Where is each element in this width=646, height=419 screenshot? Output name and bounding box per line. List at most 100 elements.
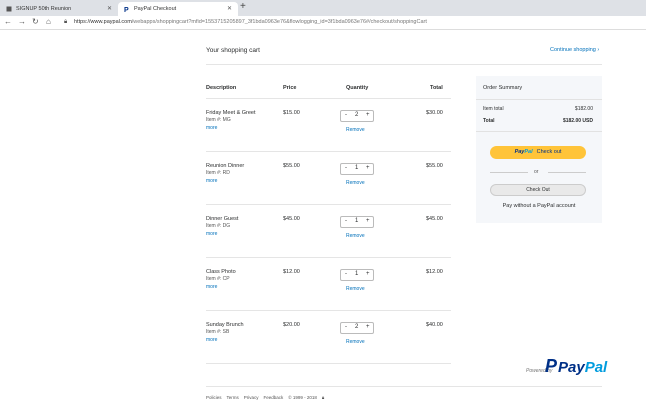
close-icon[interactable]: ✕ [107, 2, 112, 16]
item-number: Item #: SB [206, 329, 230, 335]
item-total: $12.00 [426, 269, 443, 275]
increment-button[interactable]: + [366, 165, 370, 171]
table-row: Dinner Guest Item #: DG more $45.00 - 1 … [206, 205, 451, 258]
more-link[interactable]: more [206, 337, 217, 343]
reload-icon[interactable]: ↻ [32, 17, 39, 26]
logo-pay: Pay [558, 359, 585, 376]
item-price: $45.00 [283, 216, 300, 222]
remove-link[interactable]: Remove [346, 127, 365, 133]
table-row: Class Photo Item #: CP more $12.00 - 1 +… [206, 258, 451, 311]
logo-pal: Pal [584, 359, 608, 376]
quantity-input[interactable]: 1 [355, 165, 358, 171]
item-name: Class Photo [206, 269, 236, 275]
increment-button[interactable]: + [366, 324, 370, 330]
item-total-value: $182.00 [574, 106, 593, 112]
footer-link-policies[interactable]: Policies [206, 395, 222, 400]
address-bar: ← → ↻ ⌂ 🔒︎ https://www.paypal.com/webapp… [0, 16, 646, 30]
tab-title: SIGNUP 50th Reunion [16, 6, 72, 12]
back-icon[interactable]: ← [4, 17, 12, 26]
item-number: Item #: MG [206, 117, 231, 123]
more-link[interactable]: more [206, 231, 217, 237]
item-name: Friday Meet & Greet [206, 110, 256, 116]
item-total: $55.00 [426, 163, 443, 169]
close-icon[interactable]: ✕ [227, 2, 232, 16]
lock-icon[interactable]: 🔒︎ [64, 19, 67, 26]
item-price: $15.00 [283, 110, 300, 116]
more-link[interactable]: more [206, 178, 217, 184]
increment-button[interactable]: + [366, 218, 370, 224]
tab-title: PayPal Checkout [134, 6, 177, 12]
quantity-stepper: - 2 + [340, 322, 374, 334]
home-icon[interactable]: ⌂ [46, 17, 51, 26]
quantity-input[interactable]: 1 [355, 218, 358, 224]
remove-link[interactable]: Remove [346, 180, 365, 186]
increment-button[interactable]: + [366, 112, 370, 118]
decrement-button[interactable]: - [345, 271, 347, 277]
quantity-input[interactable]: 2 [355, 324, 358, 330]
divider [206, 64, 602, 65]
paypal-checkout-button[interactable]: PayPal Check out [490, 146, 586, 159]
quantity-stepper: - 1 + [340, 163, 374, 175]
remove-link[interactable]: Remove [346, 339, 365, 345]
item-number: Item #: DG [206, 223, 231, 229]
url-path: /webapps/shoppingcart?mfid=1553715205897… [131, 19, 427, 25]
table-row: Sunday Brunch Item #: SB more $20.00 - 2… [206, 311, 451, 364]
pay-without-paypal-link[interactable]: Pay without a PayPal account [476, 203, 602, 209]
paypal-logo-pay: Pay [514, 149, 525, 155]
decrement-button[interactable]: - [345, 218, 347, 224]
paypal-button-label: Check out [536, 149, 562, 155]
decrement-button[interactable]: - [345, 165, 347, 171]
url-field[interactable]: https://www.paypal.com/webapps/shoppingc… [74, 19, 427, 25]
item-price: $55.00 [283, 163, 300, 169]
remove-link[interactable]: Remove [346, 233, 365, 239]
footer-link-feedback[interactable]: Feedback [264, 395, 284, 400]
quantity-input[interactable]: 1 [355, 271, 358, 277]
item-number: Item #: CP [206, 276, 230, 282]
tab-paypal-checkout[interactable]: P PayPal Checkout ✕ [118, 2, 238, 16]
item-total: $40.00 [426, 322, 443, 328]
item-name: Sunday Brunch [206, 322, 244, 328]
footer: Policies Terms Privacy Feedback © 1999 - 201… [206, 395, 329, 400]
divider [476, 99, 602, 100]
more-link[interactable]: more [206, 284, 217, 290]
column-header-quantity: Quantity [346, 85, 369, 91]
check-out-button[interactable]: Check Out [490, 184, 586, 196]
footer-link-privacy[interactable]: Privacy [244, 395, 259, 400]
decrement-button[interactable]: - [345, 112, 347, 118]
quantity-input[interactable]: 2 [355, 112, 358, 118]
increment-button[interactable]: + [366, 271, 370, 277]
column-header-description: Description [206, 85, 237, 91]
decrement-button[interactable]: - [345, 324, 347, 330]
document-icon [6, 6, 12, 12]
remove-link[interactable]: Remove [346, 286, 365, 292]
footer-link-terms[interactable]: Terms [227, 395, 239, 400]
order-summary-panel: Order Summary Item total $182.00 Total $… [476, 76, 602, 223]
quantity-stepper: - 1 + [340, 269, 374, 281]
more-link[interactable]: more [206, 125, 217, 131]
svg-text:P: P [124, 7, 129, 12]
divider [206, 386, 602, 387]
new-tab-icon[interactable]: + [240, 1, 246, 12]
url-domain: https://www.paypal.com [74, 19, 132, 25]
divider [548, 172, 586, 173]
lock-icon: 🔒︎ [321, 395, 325, 400]
item-total: $30.00 [426, 110, 443, 116]
item-number: Item #: RD [206, 170, 230, 176]
total-label: Total [483, 118, 495, 124]
item-name: Dinner Guest [206, 216, 239, 222]
item-total: $45.00 [426, 216, 443, 222]
item-name: Reunion Dinner [206, 163, 245, 169]
table-row: Reunion Dinner Item #: RD more $55.00 - … [206, 152, 451, 205]
tab-signup[interactable]: SIGNUP 50th Reunion ✕ [0, 2, 118, 16]
order-summary-title: Order Summary [483, 85, 523, 91]
tab-bar: SIGNUP 50th Reunion ✕ P PayPal Checkout … [0, 0, 646, 16]
continue-shopping-link[interactable]: Continue shopping › [550, 47, 599, 53]
column-header-price: Price [283, 85, 297, 91]
item-price: $20.00 [283, 322, 300, 328]
divider [490, 172, 528, 173]
quantity-stepper: - 2 + [340, 110, 374, 122]
table-row: Friday Meet & Greet Item #: MG more $15.… [206, 99, 451, 152]
forward-icon[interactable]: → [18, 17, 26, 26]
paypal-logo: PayPal [558, 359, 607, 376]
paypal-logo-pal: Pal [524, 149, 533, 155]
